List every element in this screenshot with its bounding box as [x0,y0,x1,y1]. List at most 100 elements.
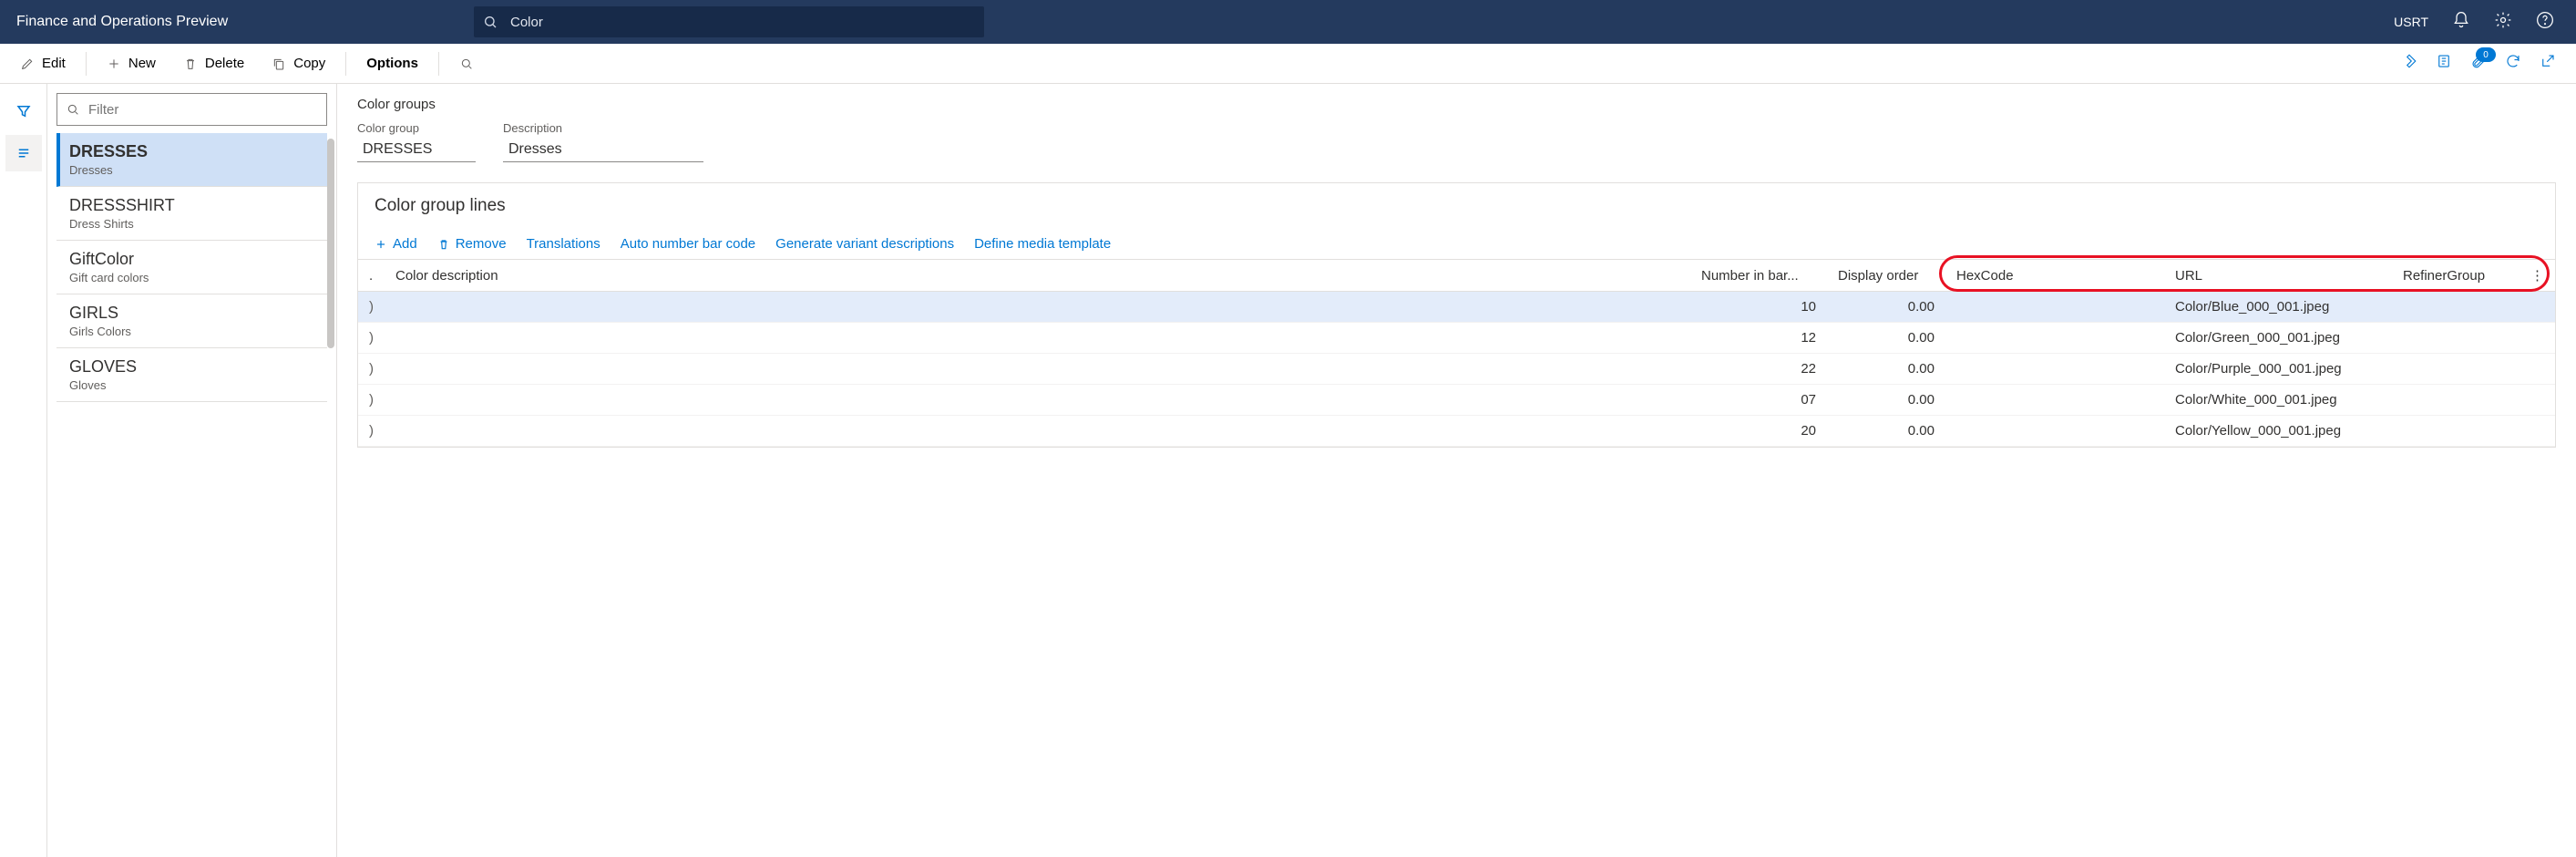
separator [345,52,346,76]
cell-refinergroup[interactable] [2392,323,2520,354]
list-item[interactable]: GIRLSGirls Colors [56,294,327,348]
table-row[interactable]: ) 20 0.00 Color/Yellow_000_001.jpeg [358,416,2555,447]
table-row[interactable]: ) 07 0.00 Color/White_000_001.jpeg [358,385,2555,416]
attachments-button[interactable]: 0 [2470,53,2487,74]
cell-hexcode[interactable] [1945,416,2164,447]
help-icon[interactable] [2536,11,2554,34]
autonum-label: Auto number bar code [621,236,755,252]
list-item-desc: Gift card colors [69,271,314,284]
col-color-description[interactable]: Color description [385,260,1690,292]
translations-button[interactable]: Translations [527,236,600,252]
bell-icon[interactable] [2452,11,2470,34]
list-item-code: GIRLS [69,304,314,323]
workspace: DRESSESDressesDRESSSHIRTDress ShirtsGift… [0,84,2576,857]
cell-hexcode[interactable] [1945,323,2164,354]
table-row[interactable]: ) 12 0.00 Color/Green_000_001.jpeg [358,323,2555,354]
cell-display-order[interactable]: 0.00 [1827,385,1945,416]
diamond-icon[interactable] [2401,53,2417,74]
add-label: Add [393,236,417,252]
cell-refinergroup[interactable] [2392,385,2520,416]
cell-number-in-barcode[interactable]: 07 [1690,385,1827,416]
cell-color-description[interactable] [385,385,1690,416]
cell-display-order[interactable]: 0.00 [1827,292,1945,323]
filter-pane-button[interactable] [5,93,42,129]
list-item[interactable]: GiftColor Gift card colors [56,241,327,294]
list-item[interactable]: DRESSESDresses [56,133,327,187]
list-item[interactable]: DRESSSHIRTDress Shirts [56,187,327,241]
list-filter-input[interactable] [56,93,327,126]
cell-url[interactable]: Color/Green_000_001.jpeg [2164,323,2392,354]
grid-toolbar: Add Remove Translations Auto number bar … [358,229,2555,259]
cell-color-description[interactable] [385,416,1690,447]
cell-hexcode[interactable] [1945,292,2164,323]
auto-number-button[interactable]: Auto number bar code [621,236,755,252]
search-icon [66,102,80,117]
row-marker: ) [358,323,385,354]
refresh-icon[interactable] [2505,53,2521,74]
col-hexcode[interactable]: HexCode [1945,260,2164,292]
lines-grid: . Color description Number in bar... Dis… [358,259,2555,447]
global-search[interactable]: Color [474,6,984,37]
media-label: Define media template [974,236,1111,252]
row-marker-header: . [358,260,385,292]
color-group-field: Color group DRESSES [357,121,476,162]
description-value[interactable]: Dresses [503,138,703,162]
delete-button[interactable]: Delete [172,50,255,77]
cell-more [2520,292,2555,323]
cell-number-in-barcode[interactable]: 22 [1690,354,1827,385]
office-icon[interactable] [2436,53,2452,74]
cell-number-in-barcode[interactable]: 12 [1690,323,1827,354]
new-button[interactable]: New [96,50,167,77]
copy-button[interactable]: Copy [261,50,336,77]
cell-url[interactable]: Color/White_000_001.jpeg [2164,385,2392,416]
cell-hexcode[interactable] [1945,354,2164,385]
col-refinergroup[interactable]: RefinerGroup [2392,260,2520,292]
list-item-code: GiftColor [69,250,314,269]
edit-button[interactable]: Edit [9,50,77,77]
grid-header-row: . Color description Number in bar... Dis… [358,260,2555,292]
action-bar: Edit New Delete Copy Options 0 [0,44,2576,84]
cell-hexcode[interactable] [1945,385,2164,416]
col-url[interactable]: URL [2164,260,2392,292]
cell-url[interactable]: Color/Yellow_000_001.jpeg [2164,416,2392,447]
find-button[interactable] [448,51,485,77]
cell-color-description[interactable] [385,354,1690,385]
options-button[interactable]: Options [355,50,429,77]
cell-color-description[interactable] [385,323,1690,354]
cell-more [2520,323,2555,354]
cell-refinergroup[interactable] [2392,416,2520,447]
cell-display-order[interactable]: 0.00 [1827,416,1945,447]
edit-label: Edit [42,56,66,71]
table-row[interactable]: ) 22 0.00 Color/Purple_000_001.jpeg [358,354,2555,385]
list-item-desc: Dress Shirts [69,217,314,231]
list-pane-button[interactable] [5,135,42,171]
popout-icon[interactable] [2540,53,2556,74]
cell-refinergroup[interactable] [2392,354,2520,385]
col-display-order[interactable]: Display order [1827,260,1945,292]
add-line-button[interactable]: Add [375,236,417,252]
color-group-value[interactable]: DRESSES [357,138,476,162]
col-number-in-barcode[interactable]: Number in bar... [1690,260,1827,292]
cell-url[interactable]: Color/Blue_000_001.jpeg [2164,292,2392,323]
cell-display-order[interactable]: 0.00 [1827,354,1945,385]
color-group-label: Color group [357,121,476,135]
cell-color-description[interactable] [385,292,1690,323]
cell-url[interactable]: Color/Purple_000_001.jpeg [2164,354,2392,385]
list-item[interactable]: GLOVESGloves [56,348,327,402]
generate-variants-button[interactable]: Generate variant descriptions [775,236,954,252]
row-marker: ) [358,292,385,323]
user-label[interactable]: USRT [2394,15,2428,29]
description-label: Description [503,121,703,135]
define-media-button[interactable]: Define media template [974,236,1111,252]
cell-refinergroup[interactable] [2392,292,2520,323]
list-scrollbar[interactable] [327,139,334,848]
record-list: DRESSESDressesDRESSSHIRTDress ShirtsGift… [56,133,327,402]
table-row[interactable]: ) 10 0.00 Color/Blue_000_001.jpeg [358,292,2555,323]
cell-display-order[interactable]: 0.00 [1827,323,1945,354]
cell-number-in-barcode[interactable]: 10 [1690,292,1827,323]
remove-line-button[interactable]: Remove [437,236,507,252]
col-more[interactable]: ⋮ [2520,260,2555,292]
page-title: Color groups [357,97,2556,112]
cell-number-in-barcode[interactable]: 20 [1690,416,1827,447]
gear-icon[interactable] [2494,11,2512,34]
